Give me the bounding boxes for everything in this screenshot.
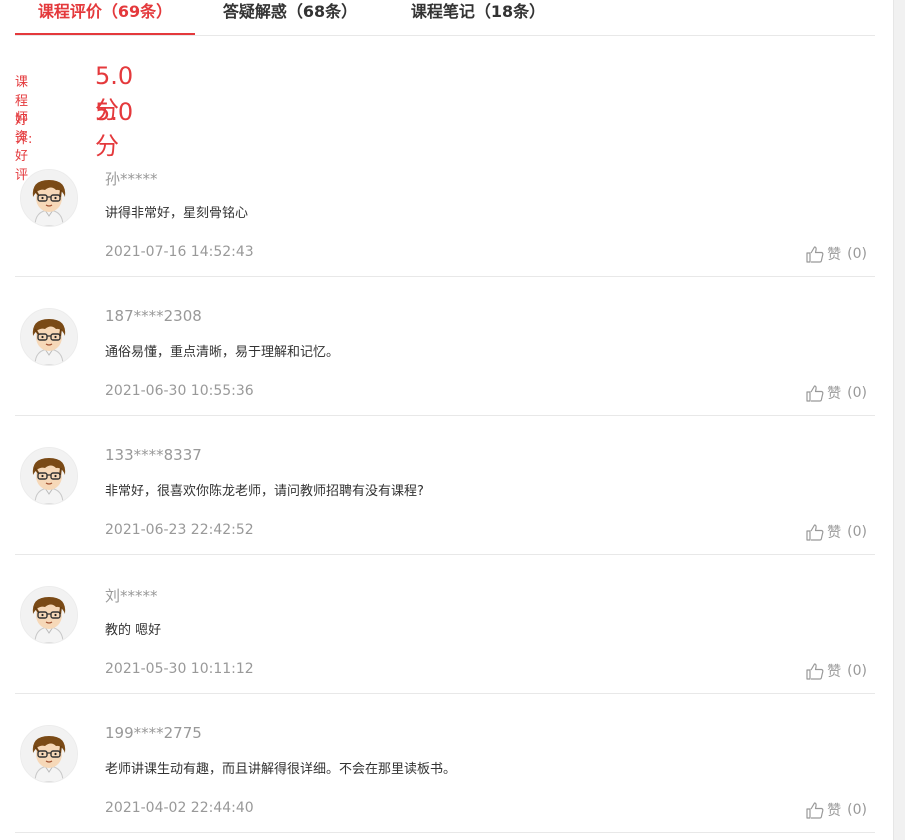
review-time: 2021-05-30 10:11:12 <box>105 661 254 677</box>
avatar-icon <box>20 586 78 644</box>
review-item: 刘***** 教的 嗯好 2021-05-30 10:11:12 赞 (0) <box>15 555 875 694</box>
like-count: (0) <box>847 246 867 262</box>
review-username: 孙***** <box>105 170 158 188</box>
like-button[interactable]: 赞 (0) <box>806 661 867 681</box>
review-time: 2021-04-02 22:44:40 <box>105 800 254 816</box>
review-list: 孙***** 讲得非常好，星刻骨铭心 2021-07-16 14:52:43 赞… <box>15 138 875 833</box>
like-label: 赞 <box>827 664 842 680</box>
review-username: 刘***** <box>105 587 158 605</box>
review-time: 2021-06-30 10:55:36 <box>105 383 254 399</box>
review-content: 讲得非常好，星刻骨铭心 <box>105 206 249 221</box>
like-label: 赞 <box>827 386 842 402</box>
review-time: 2021-06-23 22:42:52 <box>105 522 254 538</box>
thumbs-up-icon <box>806 801 824 819</box>
avatar-icon <box>20 308 78 366</box>
review-username: 133****8337 <box>105 446 202 464</box>
review-item: 199****2775 老师讲课生动有趣，而且讲解得很详细。不会在那里读板书。 … <box>15 694 875 833</box>
avatar-icon <box>20 447 78 505</box>
like-button[interactable]: 赞 (0) <box>806 800 867 820</box>
like-label: 赞 <box>827 803 842 819</box>
thumbs-up-icon <box>806 384 824 402</box>
review-time: 2021-07-16 14:52:43 <box>105 244 254 260</box>
review-item: 187****2308 通俗易懂，重点清晰，易于理解和记忆。 2021-06-3… <box>15 277 875 416</box>
like-count: (0) <box>847 802 867 818</box>
thumbs-up-icon <box>806 662 824 680</box>
review-content: 非常好，很喜欢你陈龙老师，请问教师招聘有没有课程? <box>105 484 424 499</box>
review-content: 教的 嗯好 <box>105 623 162 638</box>
tab-course-notes[interactable]: 课程笔记（18条） <box>398 0 558 33</box>
like-count: (0) <box>847 524 867 540</box>
review-item: 133****8337 非常好，很喜欢你陈龙老师，请问教师招聘有没有课程? 20… <box>15 416 875 555</box>
like-button[interactable]: 赞 (0) <box>806 522 867 542</box>
scrollbar[interactable] <box>893 0 905 840</box>
like-count: (0) <box>847 663 867 679</box>
like-button[interactable]: 赞 (0) <box>806 244 867 264</box>
review-username: 199****2775 <box>105 724 202 742</box>
review-tabs: 课程评价（69条） 答疑解惑（68条） 课程笔记（18条） <box>15 0 875 36</box>
like-label: 赞 <box>827 247 842 263</box>
review-content: 通俗易懂，重点清晰，易于理解和记忆。 <box>105 345 340 360</box>
like-count: (0) <box>847 385 867 401</box>
tab-qa[interactable]: 答疑解惑（68条） <box>210 0 370 33</box>
thumbs-up-icon <box>806 245 824 263</box>
avatar-icon <box>20 725 78 783</box>
thumbs-up-icon <box>806 523 824 541</box>
review-content: 老师讲课生动有趣，而且讲解得很详细。不会在那里读板书。 <box>105 762 457 777</box>
review-username: 187****2308 <box>105 307 202 325</box>
tab-course-reviews[interactable]: 课程评价（69条） <box>15 0 195 35</box>
avatar-icon <box>20 169 78 227</box>
review-item: 孙***** 讲得非常好，星刻骨铭心 2021-07-16 14:52:43 赞… <box>15 138 875 277</box>
like-label: 赞 <box>827 525 842 541</box>
like-button[interactable]: 赞 (0) <box>806 383 867 403</box>
